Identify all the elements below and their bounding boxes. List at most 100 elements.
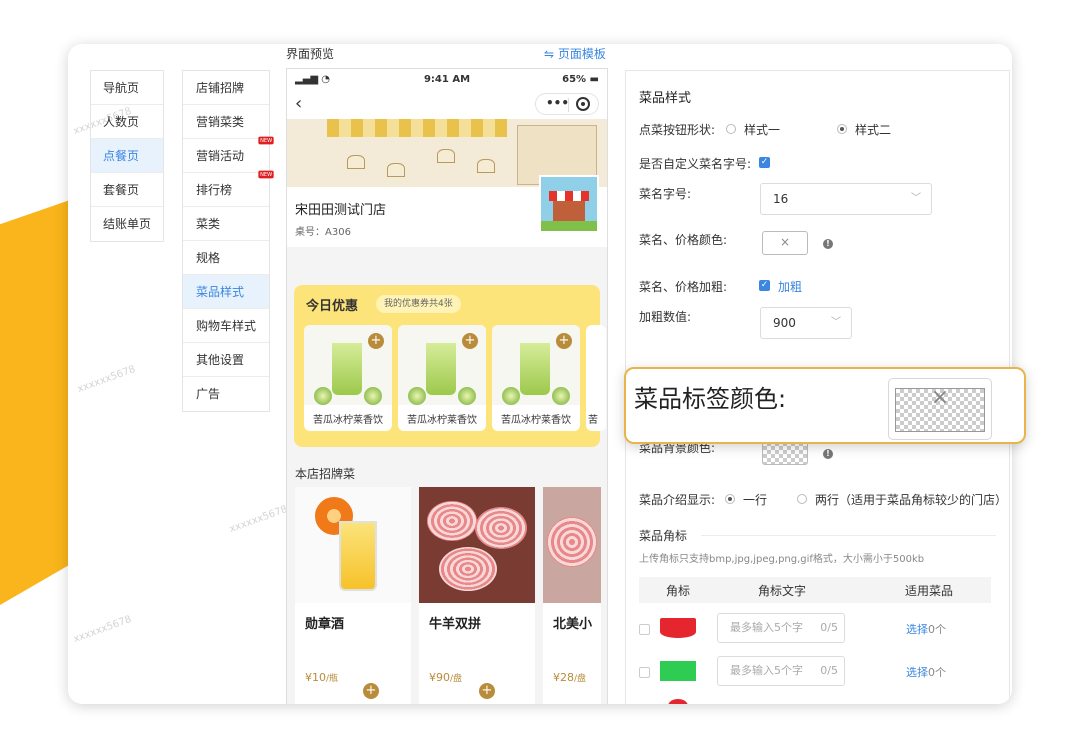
cup-illustration	[520, 343, 550, 395]
green-corner-mark	[660, 661, 696, 681]
settings-title: 菜品样式	[639, 91, 692, 106]
intro-opt2-label[interactable]: 两行（适用于菜品角标较少的门店）	[815, 491, 1007, 508]
nav-item-marketing-events[interactable]: 营销活动 NEW	[183, 136, 274, 173]
add-icon[interactable]: +	[462, 333, 478, 349]
meat-roll	[427, 501, 477, 541]
select-dishes-link[interactable]: 选择0个	[906, 621, 946, 637]
nav-item-specs[interactable]: 规格	[183, 241, 269, 275]
watermark: xxxxxx5678	[71, 613, 134, 646]
intro-radio-two-lines[interactable]	[797, 494, 807, 504]
nav-item-combo[interactable]: 套餐页	[91, 173, 163, 207]
bold-value-label: 加粗数值:	[639, 310, 692, 324]
close-target-icon[interactable]	[576, 97, 590, 111]
tag-color-swatch[interactable]: ×	[888, 378, 992, 440]
nav-item-categories[interactable]: 菜类	[183, 207, 269, 241]
price-value: ¥10	[305, 671, 326, 684]
store-ground	[541, 221, 597, 231]
bg-color-swatch[interactable]	[762, 441, 808, 465]
select-text[interactable]: 选择	[906, 666, 928, 679]
table-illustration	[477, 159, 495, 173]
more-icon[interactable]: •••	[546, 96, 569, 110]
custom-font-checkbox[interactable]: ✓	[759, 157, 770, 168]
nav-item-guide[interactable]: 导航页	[91, 71, 163, 105]
nav-item-cart-style[interactable]: 购物车样式	[183, 309, 269, 343]
meat-roll	[439, 547, 497, 591]
info-icon[interactable]: !	[823, 449, 833, 459]
swatch-empty-icon: ×	[779, 235, 791, 249]
intro-radio-one-line[interactable]	[725, 494, 735, 504]
nav-item-ranking[interactable]: 排行榜 NEW	[183, 170, 274, 207]
capsule-menu[interactable]: •••	[535, 93, 599, 115]
promo-dish-name: 苦瓜冰柠莱香饮	[501, 415, 571, 426]
back-icon[interactable]: ‹	[295, 93, 302, 114]
intro-opt1-label[interactable]: 一行	[743, 491, 767, 508]
status-bar: ▂▄▆ ◔ 9:41 AM 65% ▬	[287, 69, 607, 91]
status-time: 9:41 AM	[423, 74, 471, 85]
watermark: xxxxxx5678	[227, 503, 290, 536]
select-count: 0个	[928, 666, 946, 679]
capsule-divider	[568, 98, 569, 112]
nav-item-store-sign[interactable]: 店铺招牌	[183, 71, 269, 105]
add-icon[interactable]: +	[479, 683, 495, 699]
char-count: 0/5	[820, 621, 838, 634]
char-count: 0/5	[820, 664, 838, 677]
battery-icon: 65% ▬	[562, 74, 599, 85]
page-template-link[interactable]: ⇋ 页面模板	[544, 45, 606, 62]
btn-shape-opt2-label[interactable]: 样式二	[855, 121, 891, 138]
promo-dish-card[interactable]: + 苦瓜冰柠莱香饮	[304, 325, 392, 431]
info-icon[interactable]: !	[823, 239, 833, 249]
corner-text-input[interactable]: 最多输入5个字 0/5	[717, 656, 845, 686]
signature-dishes-title: 本店招牌菜	[295, 467, 356, 481]
coupon-count-pill[interactable]: 我的优惠券共4张	[376, 295, 461, 313]
nav-item-dish-style[interactable]: 菜品样式	[183, 275, 269, 309]
bold-label: 菜名、价格加粗:	[639, 280, 728, 294]
btn-shape-radio-2[interactable]	[837, 124, 847, 134]
add-icon[interactable]: +	[363, 683, 379, 699]
select-text[interactable]: 选择	[906, 623, 928, 636]
nav-item-ordering[interactable]: 点餐页	[91, 139, 163, 173]
bold-text[interactable]: 加粗	[778, 278, 802, 295]
corner-text-placeholder: 最多输入5个字	[730, 621, 803, 634]
price-unit: /盘	[574, 674, 587, 684]
dish-name: 北美小	[553, 617, 593, 632]
add-icon[interactable]: +	[556, 333, 572, 349]
nav-item-checkout[interactable]: 结账单页	[91, 207, 163, 241]
dish-price: ¥28/盘	[553, 671, 586, 684]
btn-shape-opt1-label[interactable]: 样式一	[744, 121, 780, 138]
mini-program-navbar: ‹ •••	[287, 91, 607, 119]
phone-preview: ▂▄▆ ◔ 9:41 AM 65% ▬ ‹ ••• 宋田田测试门店 桌号：A30…	[286, 68, 608, 704]
bold-value-select[interactable]: 900 ﹀	[760, 307, 852, 339]
font-size-select[interactable]: 16 ﹀	[760, 183, 932, 215]
corner-text-input[interactable]: 最多输入5个字 0/5	[717, 613, 845, 643]
meat-platter-image	[419, 487, 535, 603]
btn-shape-radio-1[interactable]	[726, 124, 736, 134]
promo-dish-card[interactable]: + 苦瓜冰柠莱香饮	[398, 325, 486, 431]
nav-item-headcount[interactable]: 人数页	[91, 105, 163, 139]
table-illustration	[347, 155, 365, 169]
swatch-empty-icon: ×	[930, 385, 950, 410]
nav-item-ads[interactable]: 广告	[183, 377, 269, 411]
btn-shape-label: 点菜按钮形状:	[639, 123, 716, 137]
promo-title: 今日优惠	[306, 299, 359, 314]
bold-checkbox[interactable]: ✓	[759, 280, 770, 291]
promo-dish-name: 苦	[588, 415, 598, 426]
signature-dish-card[interactable]: 勋章酒 ¥10/瓶 +	[295, 487, 411, 704]
lime-illustration	[364, 387, 382, 405]
cup-illustration	[332, 343, 362, 395]
row-checkbox[interactable]	[639, 667, 650, 678]
add-icon[interactable]: +	[368, 333, 384, 349]
nav-item-marketing-dishes[interactable]: 营销菜类	[183, 105, 269, 139]
promo-dish-card-partial[interactable]: 苦	[586, 325, 606, 431]
row-checkbox[interactable]	[639, 624, 650, 635]
red-corner-mark	[660, 618, 696, 638]
secondary-nav: 店铺招牌 营销菜类 营销活动 NEW 排行榜 NEW 菜类 规格 菜品样式 购物车样…	[182, 70, 274, 412]
promo-dish-card[interactable]: + 苦瓜冰柠莱香饮	[492, 325, 580, 431]
nav-item-other-settings[interactable]: 其他设置	[183, 343, 269, 377]
name-price-color-swatch[interactable]: ×	[762, 231, 808, 255]
drink-image: +	[304, 325, 392, 405]
select-dishes-link[interactable]: 选择0个	[906, 664, 946, 680]
signature-dish-card-partial[interactable]: 北美小 ¥28/盘	[543, 487, 601, 704]
tag-color-label: 菜品标签颜色:	[634, 385, 787, 413]
signature-dish-card[interactable]: 牛羊双拼 ¥90/盘 +	[419, 487, 535, 704]
chevron-down-icon: ﹀	[831, 317, 841, 328]
